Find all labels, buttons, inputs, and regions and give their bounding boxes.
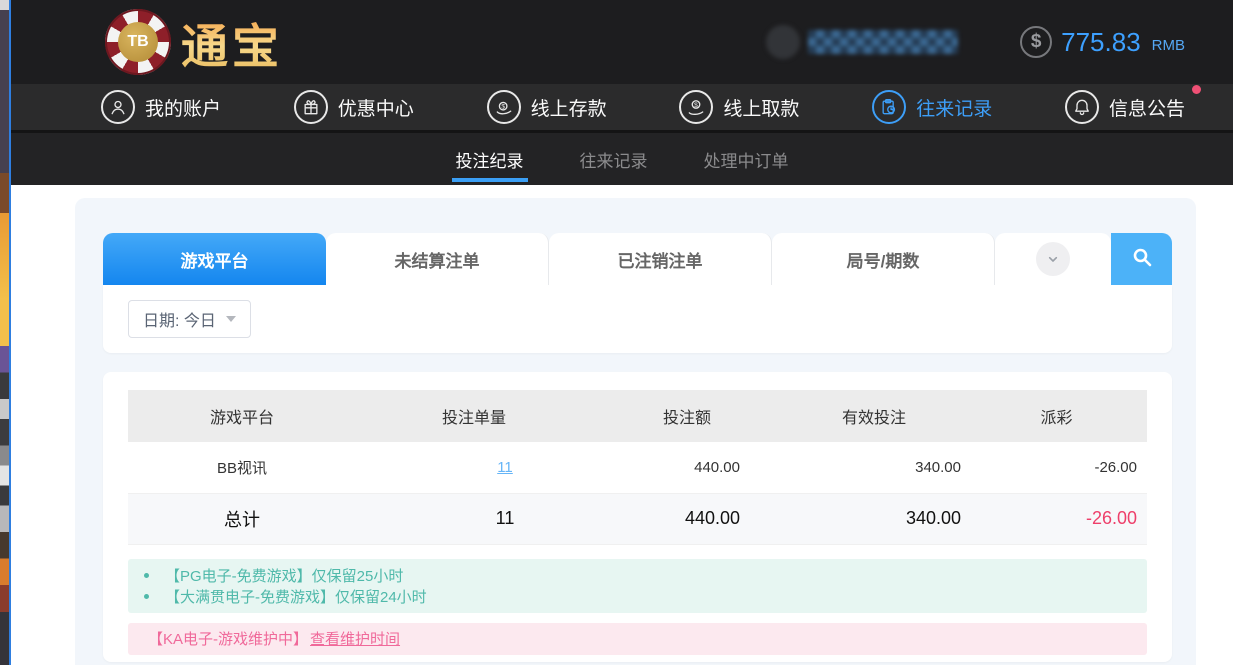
- table-header-row: 游戏平台 投注单量 投注额 有效投注 派彩: [128, 390, 1147, 442]
- gift-icon: [294, 90, 328, 124]
- table-row: BB视讯 11 440.00 340.00 -26.00: [128, 442, 1147, 493]
- notification-badge-dot: [1192, 85, 1201, 94]
- col-header-payout: 派彩: [966, 390, 1147, 442]
- sub-nav: 投注纪录 往来记录 处理中订单: [11, 133, 1233, 185]
- nav-item-transaction-records[interactable]: 往来记录: [872, 90, 992, 124]
- filter-card-body: 日期: 今日: [103, 285, 1172, 353]
- col-header-platform: 游戏平台: [128, 390, 356, 442]
- total-bet-count: 11: [356, 493, 592, 544]
- content-area: 游戏平台 未结算注单 已注销注单 局号/期数: [11, 185, 1233, 665]
- more-tabs-dropdown[interactable]: [995, 233, 1111, 285]
- nav-label: 我的账户: [145, 94, 221, 121]
- free-game-notice-box: 【PG电子-免费游戏】仅保留25小时 【大满贯电子-免费游戏】仅保留24小时: [128, 559, 1147, 613]
- col-header-bet-count: 投注单量: [356, 390, 592, 442]
- notice-line: 【PG电子-免费游戏】仅保留25小时: [128, 565, 1147, 586]
- filter-tab-label: 游戏平台: [181, 247, 249, 272]
- nav-label: 线上取款: [723, 94, 799, 121]
- search-button[interactable]: [1111, 233, 1172, 285]
- nav-item-withdraw[interactable]: $ 线上取款: [679, 90, 799, 124]
- top-header: TB 通宝 $ 775.83 RMB: [11, 0, 1233, 84]
- col-header-bet-amount: 投注额: [592, 390, 782, 442]
- window-edge-line: [9, 0, 11, 665]
- cell-bet-amount: 440.00: [592, 442, 782, 493]
- total-valid-bet: 340.00: [782, 493, 966, 544]
- caret-down-icon: [226, 316, 236, 322]
- avatar[interactable]: [766, 25, 800, 59]
- chevron-down-icon: [1036, 242, 1070, 276]
- wallet-balance[interactable]: $ 775.83 RMB: [1020, 26, 1185, 58]
- brand-name: 通宝: [181, 8, 283, 77]
- user-icon: [101, 90, 135, 124]
- records-panel: 游戏平台 未结算注单 已注销注单 局号/期数: [75, 198, 1196, 665]
- nav-item-my-account[interactable]: 我的账户: [101, 90, 221, 124]
- subtab-label: 投注纪录: [456, 147, 524, 172]
- deposit-icon: $: [487, 90, 521, 124]
- filter-tab-label: 已注销注单: [618, 247, 703, 272]
- svg-text:$: $: [501, 104, 505, 111]
- balance-currency: RMB: [1152, 37, 1185, 54]
- tab-pending-orders[interactable]: 处理中订单: [700, 133, 793, 185]
- filter-tab-label: 未结算注单: [395, 247, 480, 272]
- subtab-label: 处理中订单: [704, 147, 789, 172]
- col-header-valid-bet: 有效投注: [782, 390, 966, 442]
- date-filter-dropdown[interactable]: 日期: 今日: [128, 300, 251, 338]
- cell-payout: -26.00: [966, 442, 1147, 493]
- maintenance-notice-box: 【KA电子-游戏维护中】 查看维护时间: [128, 623, 1147, 655]
- balance-amount: 775.83: [1061, 27, 1141, 58]
- bullet-icon: [144, 594, 149, 599]
- cell-platform: BB视讯: [128, 442, 356, 493]
- bullet-icon: [144, 573, 149, 578]
- cell-bet-count: 11: [356, 442, 592, 493]
- bet-count-link[interactable]: 11: [497, 459, 513, 476]
- nav-item-deposit[interactable]: $ 线上存款: [487, 90, 607, 124]
- nav-label: 线上存款: [531, 94, 607, 121]
- cell-valid-bet: 340.00: [782, 442, 966, 493]
- filter-tab-round-number[interactable]: 局号/期数: [772, 233, 995, 285]
- nav-label: 往来记录: [916, 94, 992, 121]
- subtab-label: 往来记录: [580, 147, 648, 172]
- filter-tab-cancelled[interactable]: 已注销注单: [549, 233, 772, 285]
- date-filter-label: 日期: 今日: [143, 307, 216, 331]
- total-bet-amount: 440.00: [592, 493, 782, 544]
- bet-summary-table: 游戏平台 投注单量 投注额 有效投注 派彩 BB视讯 11 44: [128, 390, 1147, 545]
- app-window: TB 通宝 $ 775.83 RMB 我的账户: [11, 0, 1233, 665]
- bell-icon: [1065, 90, 1099, 124]
- brand-logo[interactable]: TB 通宝: [105, 8, 283, 77]
- results-card: 游戏平台 投注单量 投注额 有效投注 派彩 BB视讯 11 44: [103, 372, 1172, 662]
- username-redacted: [808, 30, 958, 54]
- svg-text:$: $: [695, 102, 699, 109]
- maintenance-text: 【KA电子-游戏维护中】: [148, 628, 308, 649]
- nav-label: 信息公告: [1109, 94, 1185, 121]
- withdraw-icon: $: [679, 90, 713, 124]
- filter-tab-unsettled[interactable]: 未结算注单: [326, 233, 549, 285]
- notice-text: 【PG电子-免费游戏】仅保留25小时: [165, 565, 403, 586]
- nav-item-promotions[interactable]: 优惠中心: [294, 90, 414, 124]
- filter-tab-game-platform[interactable]: 游戏平台: [103, 233, 326, 285]
- dollar-coin-icon: $: [1020, 26, 1052, 58]
- background-window-sliver: [0, 0, 9, 665]
- filter-tabs: 游戏平台 未结算注单 已注销注单 局号/期数: [103, 233, 1172, 285]
- records-icon: [872, 90, 906, 124]
- tab-bet-records[interactable]: 投注纪录: [452, 133, 528, 185]
- nav-label: 优惠中心: [338, 94, 414, 121]
- nav-item-announcements[interactable]: 信息公告: [1065, 90, 1185, 124]
- page: TB 通宝 $ 775.83 RMB 我的账户: [0, 0, 1233, 665]
- header-right: $ 775.83 RMB: [766, 25, 1185, 59]
- total-payout: -26.00: [966, 493, 1147, 544]
- filter-tab-label: 局号/期数: [847, 247, 920, 272]
- chip-monogram: TB: [118, 22, 158, 62]
- table-total-row: 总计 11 440.00 340.00 -26.00: [128, 493, 1147, 544]
- filter-card: 游戏平台 未结算注单 已注销注单 局号/期数: [103, 233, 1172, 353]
- search-icon: [1130, 245, 1154, 274]
- poker-chip-logo-icon: TB: [105, 9, 171, 75]
- notice-text: 【大满贯电子-免费游戏】仅保留24小时: [165, 586, 427, 607]
- main-nav: 我的账户 优惠中心 $ 线上存款 $ 线上取款: [11, 84, 1233, 133]
- maintenance-time-link[interactable]: 查看维护时间: [310, 628, 400, 649]
- notice-line: 【大满贯电子-免费游戏】仅保留24小时: [128, 586, 1147, 607]
- total-label: 总计: [128, 493, 356, 544]
- tab-transaction-records[interactable]: 往来记录: [576, 133, 652, 185]
